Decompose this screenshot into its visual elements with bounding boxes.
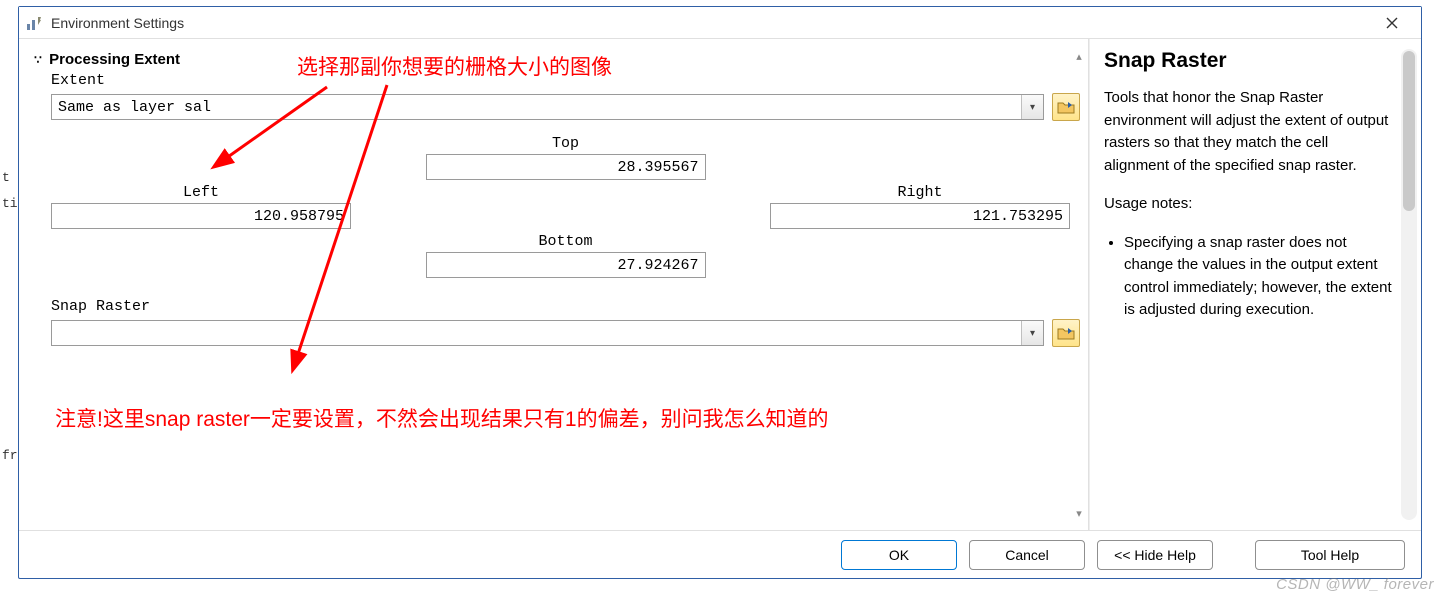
snap-raster-label: Snap Raster <box>27 296 1080 317</box>
help-title: Snap Raster <box>1104 49 1413 73</box>
help-body: Tools that honor the Snap Raster environ… <box>1104 87 1413 322</box>
window-title: Environment Settings <box>51 15 184 31</box>
annotation-bottom: 注意!这里snap raster一定要设置，不然会出现结果只有1的偏差，别问我怎… <box>55 405 875 434</box>
section-title: Processing Extent <box>49 51 180 68</box>
left-panel: ∵ Processing Extent Extent ▾ <box>19 39 1089 530</box>
snap-raster-combo[interactable]: ▾ <box>51 320 1044 346</box>
extent-grid: Top Left Right <box>27 135 1080 278</box>
extent-bottom-input[interactable] <box>426 252 706 278</box>
collapse-icon: ∵ <box>31 53 45 67</box>
footer: OK Cancel << Hide Help Tool Help <box>19 530 1421 578</box>
hide-help-button[interactable]: << Hide Help <box>1097 540 1213 570</box>
extent-top-label: Top <box>552 135 579 154</box>
watermark: CSDN @WW_ forever <box>1276 576 1434 593</box>
help-scrollbar[interactable] <box>1401 49 1417 520</box>
section-header-processing-extent[interactable]: ∵ Processing Extent <box>27 47 1080 70</box>
chevron-down-icon[interactable]: ▾ <box>1021 95 1043 119</box>
extent-left-label: Left <box>183 184 219 203</box>
extent-input[interactable] <box>52 95 1043 119</box>
help-bullet: Specifying a snap raster does not change… <box>1124 232 1393 322</box>
settings-icon <box>25 14 43 32</box>
background-fragment: fr <box>2 448 18 463</box>
extent-label: Extent <box>27 70 1080 91</box>
chevron-down-icon[interactable]: ▾ <box>1021 321 1043 345</box>
snap-raster-input[interactable] <box>52 321 1043 345</box>
help-usage-heading: Usage notes: <box>1104 193 1393 216</box>
left-scrollbar[interactable]: ▴ ▾ <box>1070 47 1088 522</box>
extent-combo[interactable]: ▾ <box>51 94 1044 120</box>
scroll-down-icon[interactable]: ▾ <box>1070 504 1088 522</box>
tool-help-button[interactable]: Tool Help <box>1255 540 1405 570</box>
background-fragment: ti <box>2 196 18 211</box>
extent-top-input[interactable] <box>426 154 706 180</box>
scroll-up-icon[interactable]: ▴ <box>1070 47 1088 65</box>
help-panel: Snap Raster Tools that honor the Snap Ra… <box>1089 39 1421 530</box>
extent-bottom-label: Bottom <box>538 233 592 252</box>
environment-settings-window: Environment Settings ∵ Processing Extent… <box>18 6 1422 579</box>
background-fragment: t <box>2 170 10 185</box>
scrollbar-thumb[interactable] <box>1403 51 1415 211</box>
help-paragraph: Tools that honor the Snap Raster environ… <box>1104 87 1393 177</box>
titlebar: Environment Settings <box>19 7 1421 39</box>
extent-right-input[interactable] <box>770 203 1070 229</box>
extent-right-label: Right <box>897 184 942 203</box>
cancel-button[interactable]: Cancel <box>969 540 1085 570</box>
main-area: ∵ Processing Extent Extent ▾ <box>19 39 1421 530</box>
extent-left-input[interactable] <box>51 203 351 229</box>
ok-button[interactable]: OK <box>841 540 957 570</box>
close-button[interactable] <box>1369 7 1415 39</box>
